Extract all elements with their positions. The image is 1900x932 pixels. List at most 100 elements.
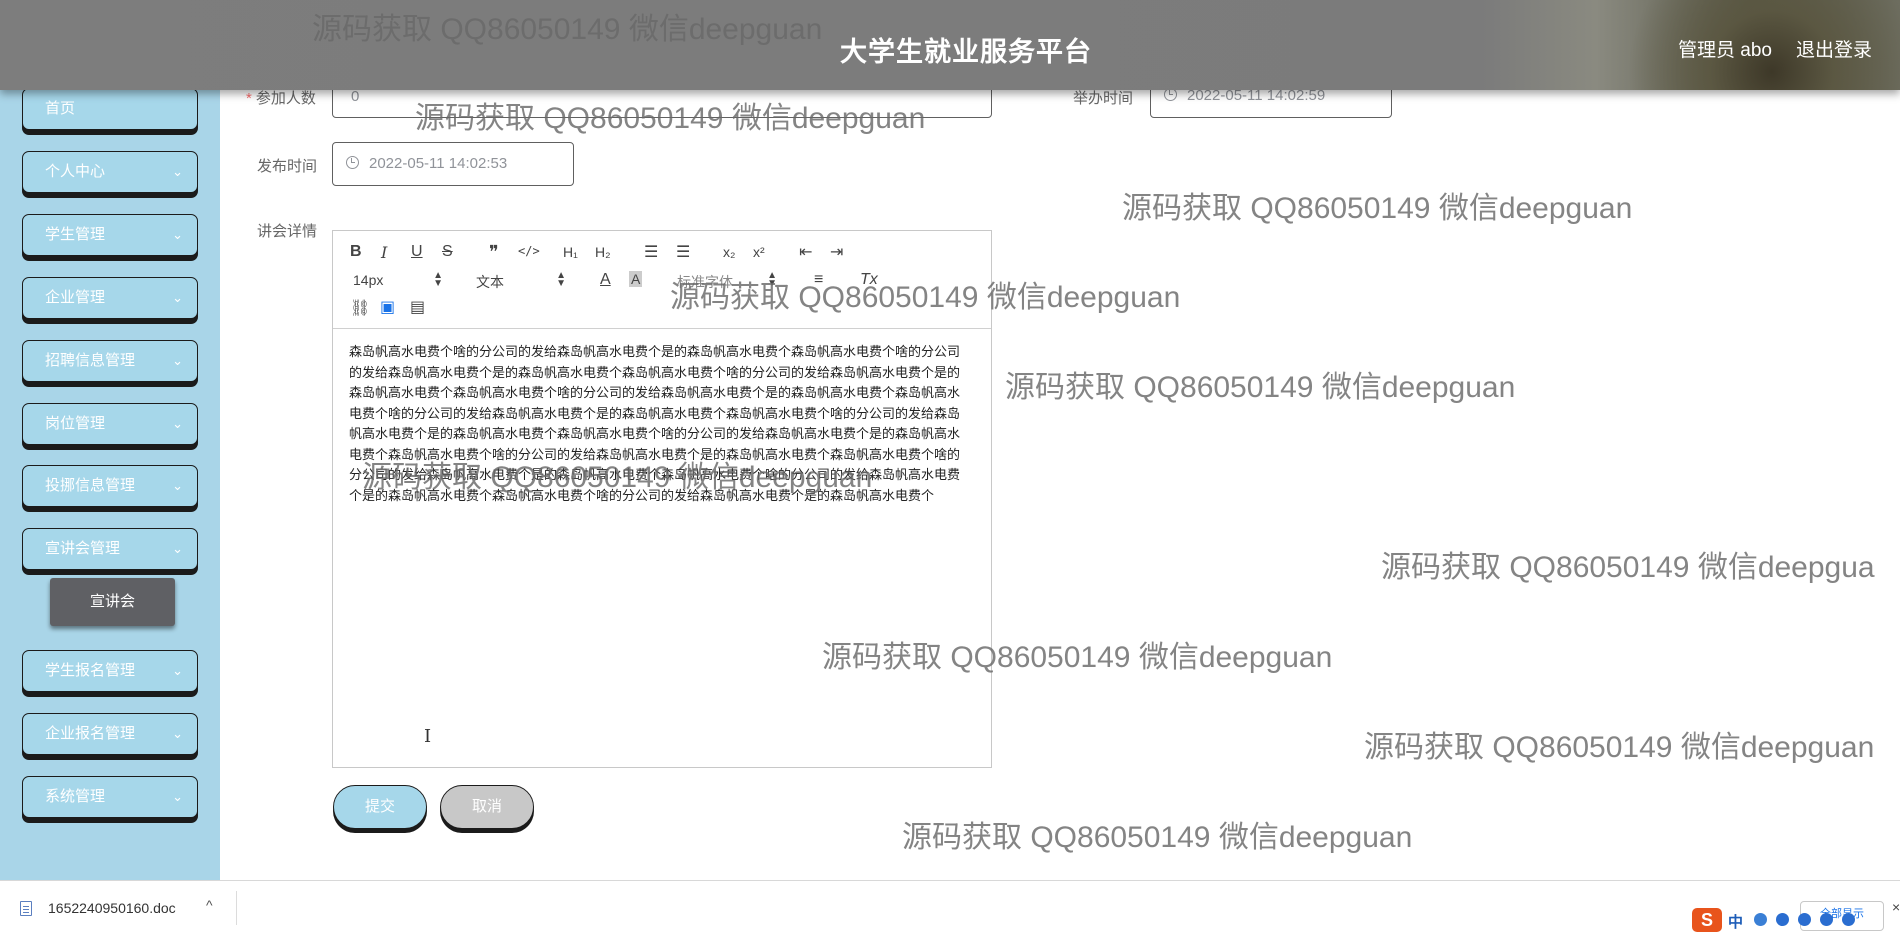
app-root: 首页 个人中心 ⌄ 学生管理 ⌄ 企业管理 ⌄ 招聘信息管理 ⌄ 岗位管理 ⌄ … (0, 0, 1900, 932)
font-family-picker[interactable]: 标准字体 ▲ ▼ (677, 270, 777, 292)
code-block-button[interactable]: </> (518, 244, 540, 258)
sidebar-item-label: 投挪信息管理 (45, 477, 136, 494)
font-size-value: 14px (353, 272, 384, 288)
chevron-down-icon: ⌄ (172, 663, 183, 678)
logout-link[interactable]: 退出登录 (1796, 35, 1872, 62)
blockquote-button[interactable]: ❞ (489, 242, 499, 263)
chevron-down-icon: ⌄ (172, 290, 183, 305)
picker-arrow-icon: ▲ ▼ (433, 270, 443, 289)
watermark-text: 源码获取 QQ86050149 微信deepguan (1005, 371, 1516, 404)
ime-tray: S 中 (1692, 908, 1872, 932)
indent-button[interactable]: ⇥ (830, 242, 843, 262)
sidebar-item-label: 学生管理 (45, 226, 106, 243)
sidebar-subitem-seminar[interactable]: 宣讲会 (50, 578, 175, 626)
italic-button[interactable]: I (381, 243, 387, 262)
sidebar-item-home[interactable]: 首页 (22, 88, 198, 130)
chevron-down-icon: ⌄ (172, 726, 183, 741)
sidebar-item-label: 学生报名管理 (45, 662, 136, 679)
hold-time-label: 举办时间 (1073, 90, 1134, 107)
participants-label-text: 参加人数 (255, 90, 316, 107)
chevron-down-icon: ⌄ (172, 789, 183, 804)
chevron-down-icon: ⌄ (172, 353, 183, 368)
ordered-list-button[interactable]: ☰ (644, 242, 658, 262)
bold-button[interactable]: B (350, 243, 362, 261)
font-family-value: 标准字体 (677, 274, 733, 290)
microphone-icon[interactable] (1798, 913, 1811, 926)
sidebar-item-recruitment[interactable]: 招聘信息管理 ⌄ (22, 340, 198, 382)
watermark-text: 源码获取 QQ86050149 微信deepguan (902, 821, 1413, 854)
editor-toolbar: B I U S ❞ </> H₁ H₂ ☰ ☰ x₂ x² ⇤ ⇥ 14px ▲ ▼… (333, 231, 991, 329)
download-bar: 1652240950160.doc ^ 全部显示 × (0, 880, 1900, 932)
header-2-button[interactable]: H₂ (595, 244, 611, 260)
sidebar-item-students[interactable]: 学生管理 ⌄ (22, 214, 198, 256)
sidebar-item-label: 首页 (45, 100, 76, 117)
font-color-button[interactable]: A (600, 271, 611, 289)
video-icon[interactable]: ▤ (410, 297, 425, 317)
sidebar-item-companies[interactable]: 企业管理 ⌄ (22, 277, 198, 319)
sidebar: 首页 个人中心 ⌄ 学生管理 ⌄ 企业管理 ⌄ 招聘信息管理 ⌄ 岗位管理 ⌄ … (0, 0, 220, 880)
chevron-down-icon: ⌄ (172, 478, 183, 493)
divider (236, 891, 237, 925)
watermark-text: 源码获取 QQ86050149 微信deepguan (1122, 192, 1633, 225)
clock-icon (346, 156, 359, 169)
strike-button[interactable]: S (442, 243, 453, 261)
superscript-button[interactable]: x² (753, 244, 765, 260)
download-file-name[interactable]: 1652240950160.doc (48, 900, 176, 916)
sidebar-item-label: 企业报名管理 (45, 725, 136, 742)
image-icon[interactable]: ▣ (380, 297, 395, 317)
cancel-button[interactable]: 取消 (440, 785, 534, 829)
sidebar-item-company-signup[interactable]: 企业报名管理 ⌄ (22, 713, 198, 755)
background-color-button[interactable]: A (629, 271, 643, 287)
subscript-button[interactable]: x₂ (723, 244, 735, 260)
header-1-button[interactable]: H₁ (563, 244, 578, 260)
chevron-up-icon[interactable]: ^ (206, 897, 213, 913)
sidebar-item-system[interactable]: 系统管理 ⌄ (22, 776, 198, 818)
admin-user-label: 管理员 abo (1678, 40, 1772, 61)
sidebar-item-label: 个人中心 (45, 163, 106, 180)
bullet-list-button[interactable]: ☰ (676, 242, 690, 262)
sidebar-item-label: 招聘信息管理 (45, 352, 136, 369)
sidebar-item-label: 企业管理 (45, 289, 106, 306)
chevron-down-icon: ⌄ (172, 227, 183, 242)
sidebar-item-label: 岗位管理 (45, 415, 106, 432)
text-type-value: 文本 (476, 274, 504, 290)
align-button[interactable]: ≡ (814, 271, 823, 289)
picker-arrow-icon: ▲ ▼ (556, 270, 566, 289)
outdent-button[interactable]: ⇤ (799, 242, 812, 262)
sidebar-item-positions[interactable]: 岗位管理 ⌄ (22, 403, 198, 445)
text-cursor-icon: I (424, 726, 432, 747)
link-icon[interactable]: ⛓ (350, 298, 370, 318)
required-mark: * (246, 90, 252, 107)
sidebar-item-seminars[interactable]: 宣讲会管理 ⌄ (22, 528, 198, 570)
punctuation-icon[interactable] (1754, 913, 1767, 926)
publish-time-picker[interactable]: 2022-05-11 14:02:53 (332, 142, 574, 186)
close-icon[interactable]: × (1892, 899, 1900, 915)
sidebar-item-label: 系统管理 (45, 788, 106, 805)
chevron-down-icon: ⌄ (172, 541, 183, 556)
publish-time-value: 2022-05-11 14:02:53 (369, 155, 508, 172)
font-size-picker[interactable]: 14px ▲ ▼ (353, 270, 443, 289)
sidebar-item-label: 宣讲会管理 (45, 540, 121, 557)
sidebar-item-applications[interactable]: 投挪信息管理 ⌄ (22, 465, 198, 507)
sidebar-item-student-signup[interactable]: 学生报名管理 ⌄ (22, 650, 198, 692)
text-type-picker[interactable]: 文本 ▲ ▼ (476, 270, 566, 292)
language-indicator[interactable]: 中 (1728, 911, 1743, 932)
top-header: 大学生就业服务平台 管理员 abo 退出登录 (0, 0, 1900, 90)
user-icon[interactable] (1842, 913, 1855, 926)
details-label: 讲会详情 (257, 223, 318, 240)
submit-button[interactable]: 提交 (333, 785, 427, 829)
rich-text-editor: B I U S ❞ </> H₁ H₂ ☰ ☰ x₂ x² ⇤ ⇥ 14px ▲ ▼… (332, 230, 992, 768)
watermark-text: 源码获取 QQ86050149 微信deepgua (1381, 551, 1875, 584)
emoji-icon[interactable] (1776, 913, 1789, 926)
editor-content[interactable]: 森岛帆高水电费个啥的分公司的发给森岛帆高水电费个是的森岛帆高水电费个森岛帆高水电… (349, 343, 969, 507)
watermark-text: 源码获取 QQ86050149 微信deepguan (1364, 731, 1875, 764)
picker-arrow-icon: ▲ ▼ (767, 270, 777, 289)
chevron-down-icon: ⌄ (172, 416, 183, 431)
keyboard-icon[interactable] (1820, 913, 1833, 926)
underline-button[interactable]: U (411, 243, 423, 261)
participants-label: * 参加人数 (246, 87, 316, 108)
sidebar-item-personal-center[interactable]: 个人中心 ⌄ (22, 151, 198, 193)
clear-format-button[interactable]: Tx (860, 271, 878, 289)
sogou-logo-icon[interactable]: S (1692, 908, 1722, 932)
chevron-down-icon: ⌄ (172, 164, 183, 179)
